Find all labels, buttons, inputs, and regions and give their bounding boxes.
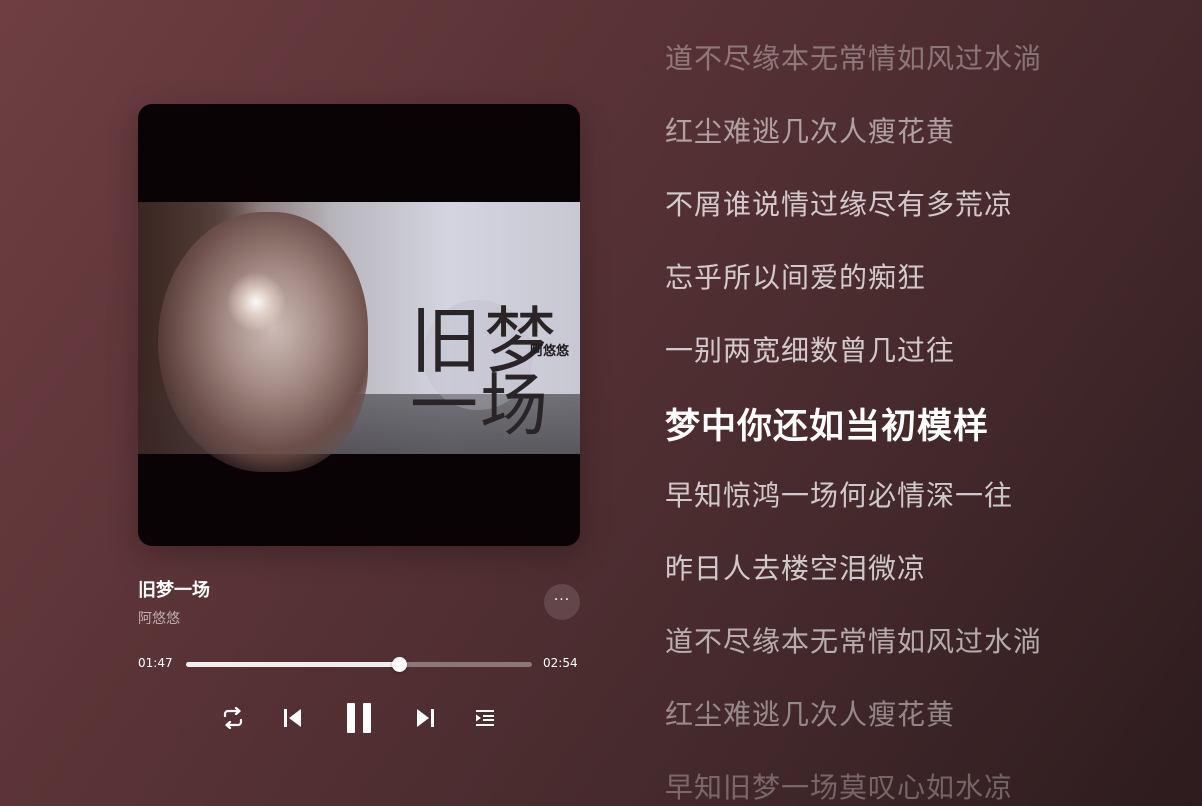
lyric-line[interactable]: 道不尽缘本无常情如风过水淌 [665,37,1042,77]
pause-icon[interactable] [342,698,376,738]
more-options-button[interactable]: ··· [544,584,580,620]
lyric-line[interactable]: 道不尽缘本无常情如风过水淌 [665,620,1042,660]
cover-portrait [158,212,368,472]
lyric-line-current[interactable]: 梦中你还如当初模样 [665,398,989,449]
lyric-line[interactable]: 一别两宽细数曾几过往 [665,329,955,369]
playlist-icon[interactable] [472,704,498,732]
skip-next-icon[interactable] [412,704,438,732]
progress-handle[interactable] [391,657,407,672]
lyric-line[interactable]: 红尘难逃几次人瘦花黄 [665,693,955,733]
current-time: 01:47 [138,656,173,670]
repeat-icon[interactable] [218,704,248,732]
lyric-line[interactable]: 早知惊鸿一场何必情深一往 [665,474,1013,514]
progress-bar[interactable] [186,657,532,672]
cover-artist-name: 阿悠悠 [530,344,570,359]
lyric-line[interactable]: 红尘难逃几次人瘦花黄 [665,110,955,150]
progress-fill [186,662,399,667]
lyrics-panel[interactable]: 道不尽缘本无常情如风过水淌 红尘难逃几次人瘦花黄 不屑谁说情过缘尽有多荒凉 忘乎所以间… [665,0,1185,806]
album-cover: 旧梦 一场 阿悠悠 [138,104,580,546]
cover-title-line2: 一场 [410,367,551,446]
lyric-line[interactable]: 不屑谁说情过缘尽有多荒凉 [665,183,1013,223]
skip-previous-icon[interactable] [280,704,306,732]
total-time: 02:54 [543,656,578,670]
lyric-line[interactable]: 忘乎所以间爱的痴狂 [665,256,926,296]
cover-light-glow [226,272,286,332]
song-artist[interactable]: 阿悠悠 [138,608,180,628]
lyric-line[interactable]: 昨日人去楼空泪微凉 [665,547,926,587]
song-title: 旧梦一场 [138,580,210,601]
lyric-line[interactable]: 早知旧梦一场莫叹心如水凉 [665,766,1013,806]
